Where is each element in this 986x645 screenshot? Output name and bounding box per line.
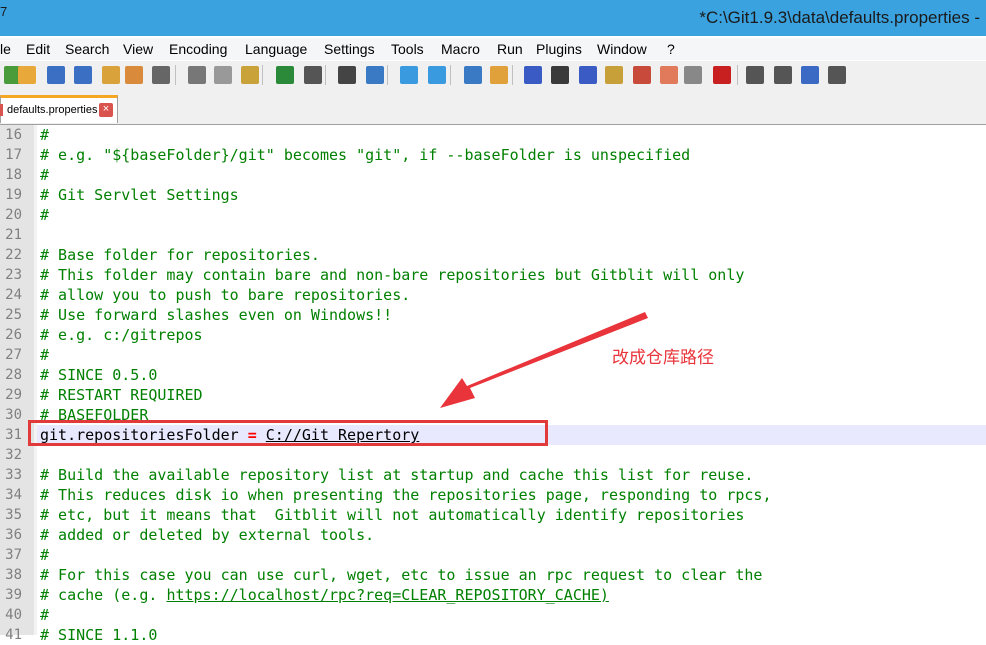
annotation-text: 改成仓库路径 [612,348,714,367]
annotation-arrow [440,312,648,408]
